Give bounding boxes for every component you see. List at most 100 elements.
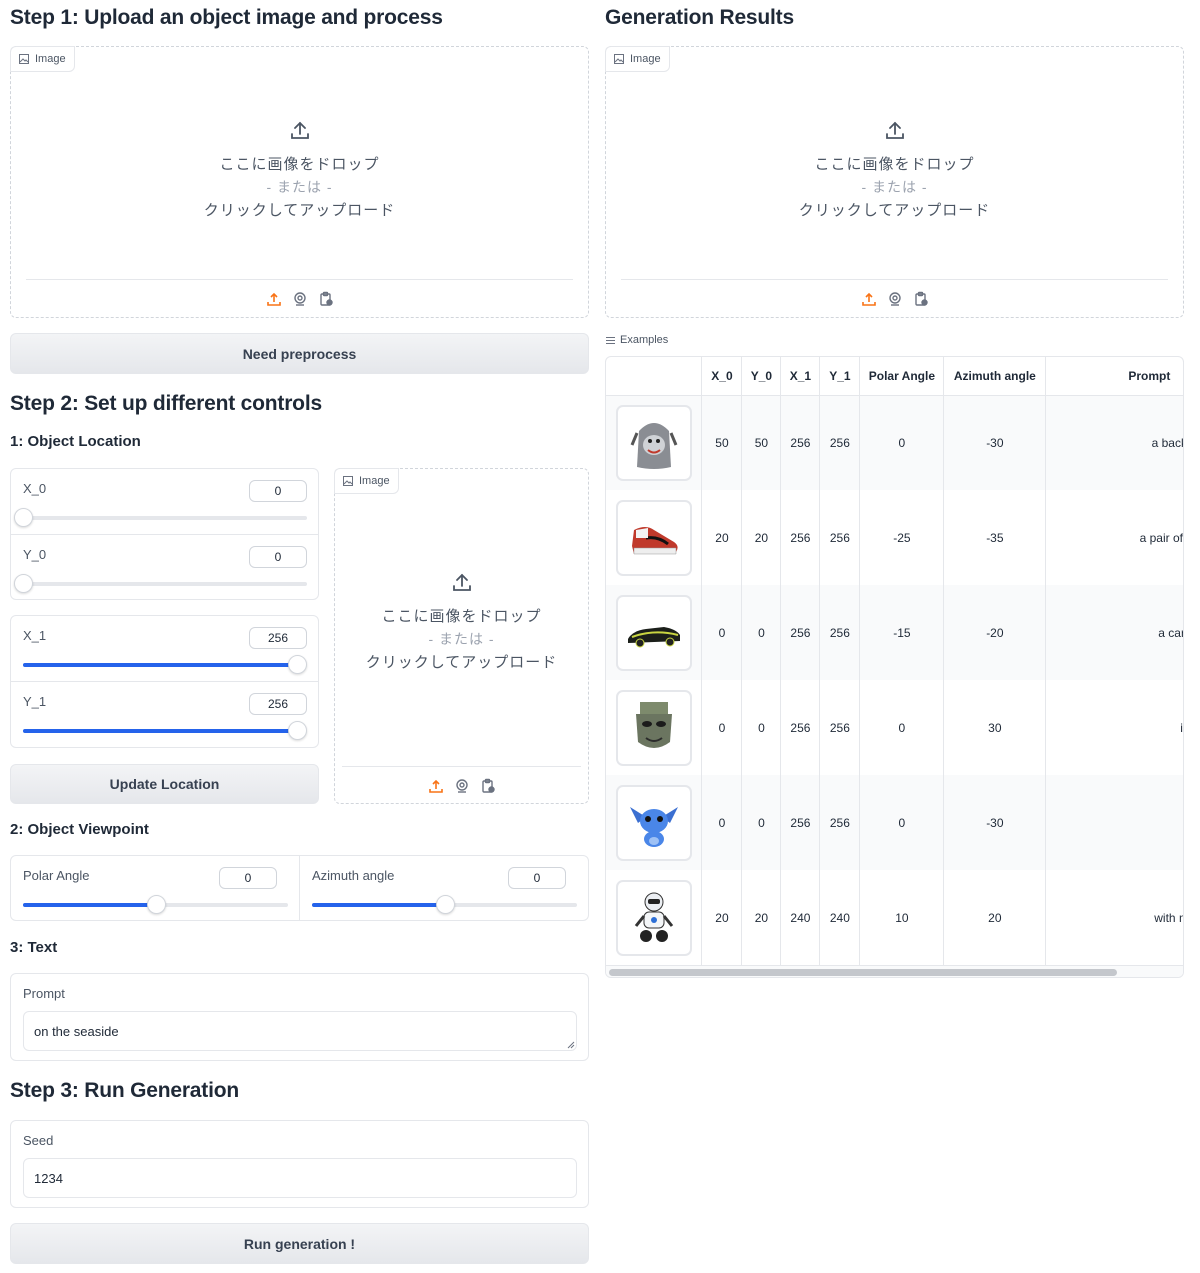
example-row[interactable]: 2020256256-25-35a pair of shoes on d [606,490,1183,585]
example-cell-x0[interactable]: 20 [701,490,743,585]
example-cell-y1[interactable]: 256 [819,395,861,490]
example-cell-y1[interactable]: 240 [819,870,861,965]
example-row[interactable]: 00256256030in the jungle [606,680,1183,775]
example-cell-azimuth[interactable]: -35 [943,490,1047,585]
example-cell-polar[interactable]: 0 [859,395,945,490]
polar-angle-track[interactable] [23,895,288,914]
clipboard-icon[interactable] [318,291,334,307]
example-cell-x1[interactable]: 240 [780,870,821,965]
step1-image-upload[interactable]: Image ここに画像をドロップ - または - クリックしてアップロード [10,46,589,318]
example-cell-prompt[interactable]: in the jungle [1045,680,1183,775]
example-cell-x0[interactable]: 0 [701,775,743,870]
example-cell-azimuth[interactable]: -30 [943,395,1047,490]
example-row[interactable]: 00256256-15-20a car on the bea [606,585,1183,680]
x0-thumb[interactable] [14,508,33,527]
scrollbar-thumb[interactable] [609,969,1117,976]
x1-track[interactable] [23,655,307,674]
example-cell-polar[interactable]: 10 [859,870,945,965]
y1-number-input[interactable]: 256 [249,693,307,715]
prompt-textarea[interactable]: on the seaside [23,1011,577,1051]
example-cell-prompt[interactable]: a backpack in the [1045,395,1183,490]
example-cell-azimuth[interactable]: 30 [943,680,1047,775]
example-cell-y0[interactable]: 20 [741,870,782,965]
example-cell-x1[interactable]: 256 [780,775,821,870]
example-row[interactable]: 20202402401020with mountain be [606,870,1183,965]
example-cell-x0[interactable]: 20 [701,870,743,965]
example-cell-y1[interactable]: 256 [819,490,861,585]
seed-input[interactable]: 1234 [23,1158,577,1198]
example-cell-y1[interactable]: 256 [819,680,861,775]
resize-handle-icon[interactable] [567,1041,575,1049]
example-thumbnail-cell[interactable] [606,775,703,870]
example-cell-y1[interactable]: 256 [819,775,861,870]
example-cell-x1[interactable]: 256 [780,680,821,775]
backpack-thumbnail[interactable] [615,404,692,481]
azimuth-angle-thumb[interactable] [435,895,455,914]
example-cell-y0[interactable]: 20 [741,490,782,585]
example-cell-y0[interactable]: 0 [741,585,782,680]
upload-source-icon[interactable] [861,291,877,307]
example-cell-polar[interactable]: 0 [859,775,945,870]
example-cell-x1[interactable]: 256 [780,395,821,490]
y0-number-input[interactable]: 0 [249,546,307,568]
example-cell-azimuth[interactable]: -20 [943,585,1047,680]
polar-angle-thumb[interactable] [146,895,166,914]
example-cell-x1[interactable]: 256 [780,585,821,680]
example-cell-prompt[interactable]: with mountain be [1045,870,1183,965]
example-cell-azimuth[interactable]: 20 [943,870,1047,965]
example-cell-prompt[interactable]: a pair of shoes on d [1045,490,1183,585]
horizontal-scrollbar[interactable] [606,965,1183,977]
mask-thumbnail[interactable] [615,689,692,766]
x1-number-input[interactable]: 256 [249,627,307,649]
example-cell-prompt[interactable]: a car on the bea [1045,585,1183,680]
example-cell-x0[interactable]: 0 [701,680,743,775]
example-cell-polar[interactable]: 0 [859,680,945,775]
example-cell-azimuth[interactable]: -30 [943,775,1047,870]
update-location-button[interactable]: Update Location [10,764,319,804]
x1-thumb[interactable] [288,655,307,674]
upload-source-icon[interactable] [266,291,282,307]
webcam-icon[interactable] [887,291,903,307]
example-thumbnail-cell[interactable] [606,395,703,490]
run-generation-button[interactable]: Run generation ! [10,1223,589,1264]
location-image-upload[interactable]: Image ここに画像をドロップ - または - クリックしてアップロード [334,468,589,804]
example-thumbnail-cell[interactable] [606,490,703,585]
result-image[interactable]: Image ここに画像をドロップ - または - クリックしてアップロード [605,46,1184,318]
x0-number-input[interactable]: 0 [249,480,307,502]
webcam-icon[interactable] [292,291,308,307]
car-thumbnail[interactable] [615,594,692,671]
webcam-icon[interactable] [454,778,470,794]
example-cell-y1[interactable]: 256 [819,585,861,680]
example-cell-y0[interactable]: 0 [741,680,782,775]
example-row[interactable]: 50502562560-30a backpack in the [606,395,1183,490]
azimuth-angle-number-input[interactable]: 0 [508,867,566,889]
example-row[interactable]: 002562560-30in the snow [606,775,1183,870]
y0-thumb[interactable] [14,574,33,593]
example-cell-x1[interactable]: 256 [780,490,821,585]
y1-track[interactable] [23,721,307,740]
upload-dropzone[interactable]: ここに画像をドロップ - または - クリックしてアップロード [11,119,588,222]
example-thumbnail-cell[interactable] [606,680,703,775]
robot-thumbnail[interactable] [615,879,692,956]
azimuth-angle-track[interactable] [312,895,577,914]
stitch-thumbnail[interactable] [615,784,692,861]
example-cell-y0[interactable]: 50 [741,395,782,490]
example-cell-y0[interactable]: 0 [741,775,782,870]
example-thumbnail-cell[interactable] [606,585,703,680]
polar-angle-number-input[interactable]: 0 [219,867,277,889]
shoe-thumbnail[interactable] [615,499,692,576]
x0-track[interactable] [14,508,307,527]
upload-source-icon[interactable] [428,778,444,794]
upload-dropzone[interactable]: ここに画像をドロップ - または - クリックしてアップロード [335,571,588,674]
example-cell-polar[interactable]: -25 [859,490,945,585]
y0-track[interactable] [14,574,307,593]
example-cell-x0[interactable]: 50 [701,395,743,490]
example-cell-x0[interactable]: 0 [701,585,743,680]
need-preprocess-button[interactable]: Need preprocess [10,333,589,374]
clipboard-icon[interactable] [480,778,496,794]
y1-thumb[interactable] [288,721,307,740]
clipboard-icon[interactable] [913,291,929,307]
example-cell-polar[interactable]: -15 [859,585,945,680]
example-thumbnail-cell[interactable] [606,870,703,965]
example-cell-prompt[interactable]: in the snow [1045,775,1183,870]
